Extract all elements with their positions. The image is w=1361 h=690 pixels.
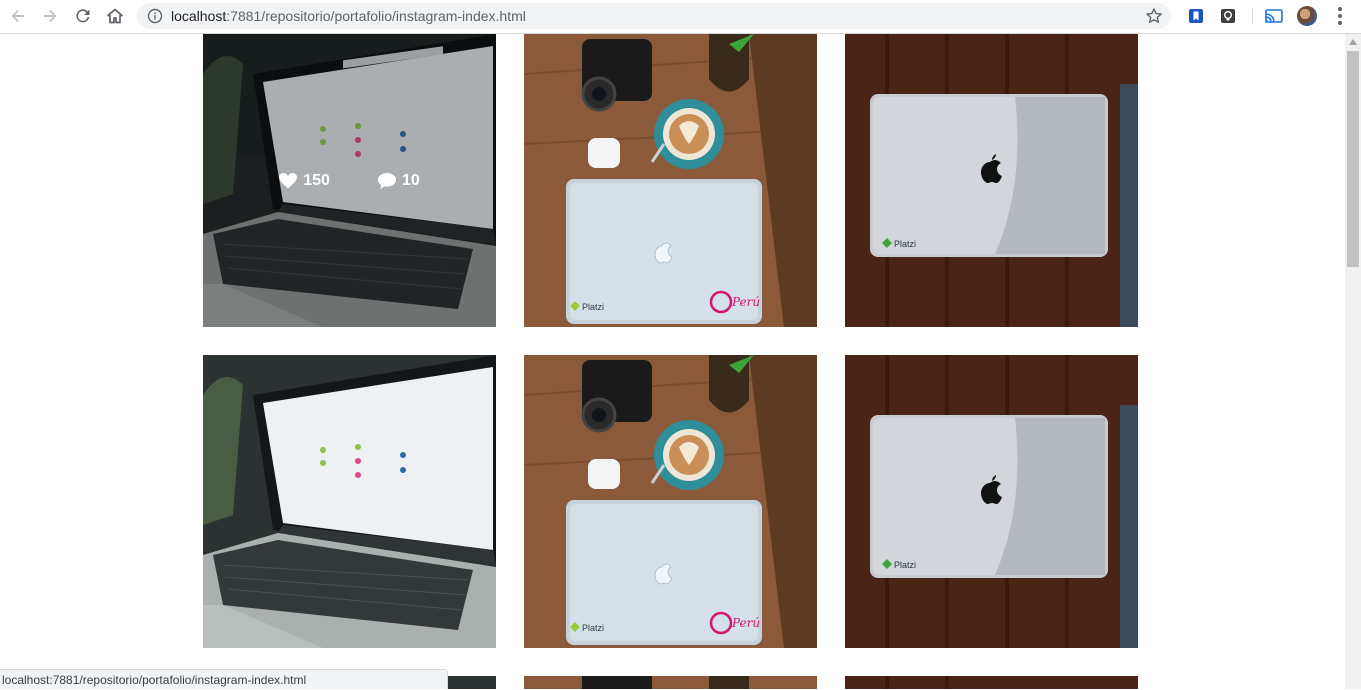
photo-item[interactable] [524, 676, 817, 689]
photo-item[interactable]: Platzi [845, 34, 1138, 327]
scrollbar-thumb[interactable] [1347, 51, 1359, 267]
macbook-top-photo: Platzi [845, 34, 1138, 327]
back-arrow-icon [11, 9, 24, 23]
photo-item[interactable] [203, 355, 496, 648]
desk-coffee-photo [524, 676, 817, 689]
forward-arrow-icon [44, 9, 57, 23]
macbook-top-photo: Platzi [845, 355, 1138, 648]
photo-item[interactable]: Perú Platzi [524, 355, 817, 648]
macbook-top-photo [845, 676, 1138, 689]
comments-count: 10 [401, 171, 420, 189]
forward-button[interactable] [38, 4, 62, 28]
url-host: localhost [171, 8, 227, 24]
cast-icon [1265, 9, 1283, 23]
cast-button[interactable] [1264, 6, 1284, 26]
profile-avatar[interactable] [1297, 6, 1317, 26]
scroll-up-arrow-icon[interactable] [1345, 34, 1361, 50]
lightbulb-extension-button[interactable] [1218, 6, 1238, 26]
desk-coffee-photo: Perú Platzi [524, 355, 817, 648]
browser-toolbar: localhost:7881/repositorio/portafolio/in… [0, 0, 1361, 34]
comment-icon [377, 172, 396, 189]
likes-count: 150 [303, 171, 330, 189]
desk-coffee-photo: Perú Platzi [524, 34, 817, 327]
platzi-sticker: Platzi [582, 623, 604, 633]
reload-button[interactable] [71, 4, 95, 28]
info-icon[interactable] [147, 8, 163, 24]
reload-icon [76, 9, 90, 23]
link-status-bar: localhost:7881/repositorio/portafolio/in… [0, 669, 448, 689]
laptop-screen-photo [203, 355, 496, 648]
comments-stat: 10 [377, 171, 420, 190]
photo-item[interactable]: 150 10 [203, 34, 496, 327]
url-text[interactable]: localhost:7881/repositorio/portafolio/in… [171, 8, 526, 24]
home-icon [107, 8, 123, 24]
photo-hover-overlay: 150 10 [203, 34, 496, 327]
peru-brand-sticker: Perú [731, 616, 760, 630]
home-button[interactable] [103, 4, 127, 28]
back-button[interactable] [6, 4, 30, 28]
likes-stat: 150 [279, 172, 330, 190]
address-bar[interactable]: localhost:7881/repositorio/portafolio/in… [137, 3, 1171, 29]
platzi-sticker: Platzi [582, 302, 604, 312]
lightbulb-extension-icon [1221, 9, 1235, 23]
peru-brand-sticker: Perú [731, 295, 760, 309]
page-viewport: 150 10 Perú Platzi Platzi Perú Platzi Pl… [0, 34, 1345, 689]
menu-dots-icon[interactable] [1330, 6, 1350, 26]
toolbar-separator [1252, 8, 1253, 24]
platzi-sticker: Platzi [894, 239, 916, 249]
heart-icon [279, 172, 298, 188]
photo-item[interactable]: Platzi [845, 355, 1138, 648]
platzi-sticker: Platzi [894, 560, 916, 570]
bookmark-extension-button[interactable] [1186, 6, 1206, 26]
photo-item[interactable]: Perú Platzi [524, 34, 817, 327]
photo-item[interactable] [845, 676, 1138, 689]
bookmark-extension-icon [1189, 9, 1203, 23]
url-path: :7881/repositorio/portafolio/instagram-i… [226, 8, 526, 24]
star-icon[interactable] [1145, 7, 1163, 25]
